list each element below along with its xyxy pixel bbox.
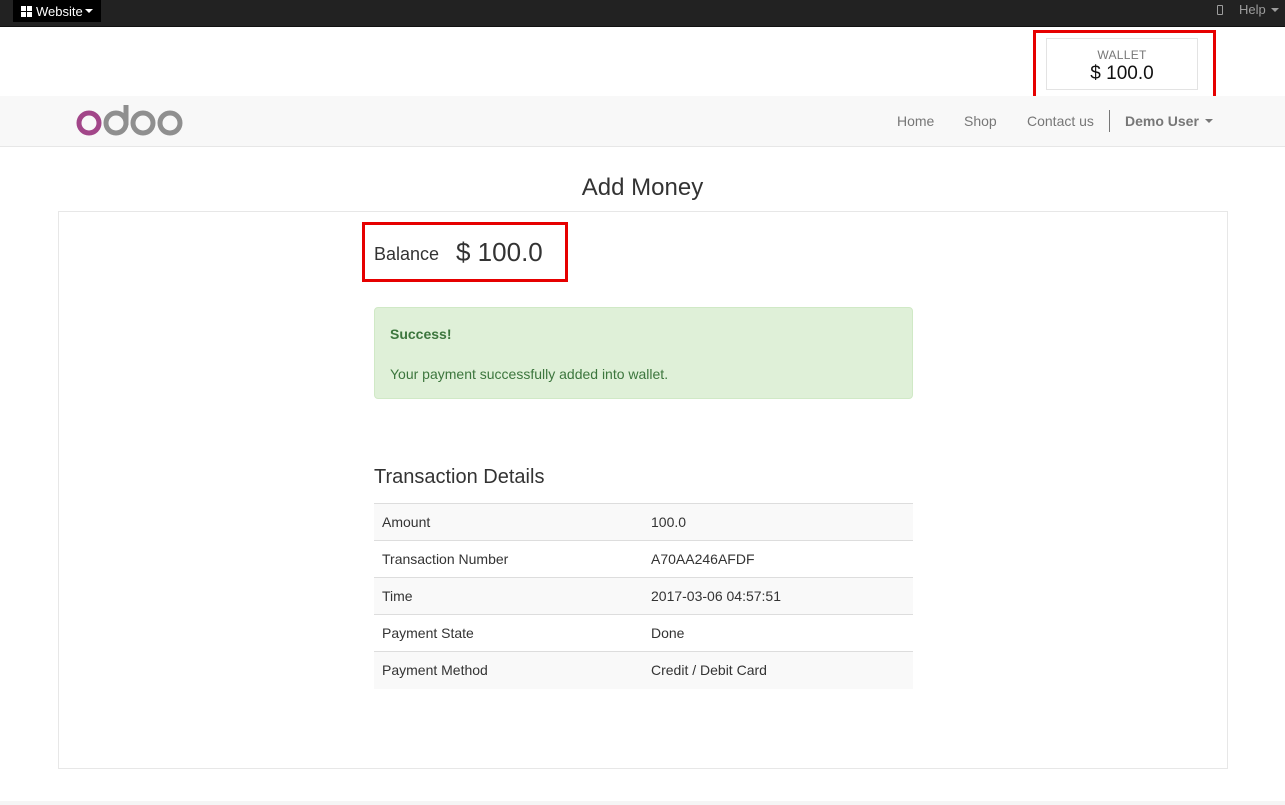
wallet-label: WALLET	[1097, 48, 1147, 62]
row-value: 100.0	[643, 503, 913, 541]
transaction-details-heading: Transaction Details	[374, 466, 545, 488]
table-row: Payment State Done	[374, 614, 913, 652]
alert-message: Your payment successfully added into wal…	[390, 366, 669, 382]
footer-edge	[0, 801, 1285, 805]
table-row: Amount 100.0	[374, 503, 913, 541]
odoo-logo[interactable]	[76, 105, 184, 137]
row-key: Time	[374, 577, 643, 615]
caret-down-icon	[84, 9, 93, 13]
row-key: Transaction Number	[374, 540, 643, 578]
success-alert: Success! Your payment successfully added…	[374, 307, 913, 399]
nav-contact-us[interactable]: Contact us	[1027, 113, 1094, 129]
page-title: Add Money	[581, 174, 704, 201]
balance-amount: $ 100.0	[456, 237, 543, 267]
website-menu-label: Website	[36, 3, 83, 19]
table-row: Payment Method Credit / Debit Card	[374, 651, 913, 689]
wallet-amount: $ 100.0	[1090, 63, 1154, 84]
alert-title: Success!	[390, 326, 452, 342]
nav-home[interactable]: Home	[897, 113, 934, 129]
table-row: Time 2017-03-06 04:57:51	[374, 577, 913, 615]
row-value: A70AA246AFDF	[643, 540, 913, 578]
mobile-preview-icon[interactable]	[1217, 5, 1223, 15]
user-name: Demo User	[1125, 113, 1199, 129]
row-value: Credit / Debit Card	[643, 651, 913, 689]
nav-shop[interactable]: Shop	[964, 113, 997, 129]
caret-down-icon	[1204, 119, 1213, 123]
nav-divider	[1109, 110, 1110, 132]
row-value: Done	[643, 614, 913, 652]
help-menu-label: Help	[1239, 2, 1266, 17]
transaction-table: Amount 100.0 Transaction Number A70AA246…	[374, 503, 913, 689]
grid-icon	[21, 5, 32, 17]
balance-label: Balance	[374, 244, 440, 264]
row-key: Payment State	[374, 614, 643, 652]
row-value: 2017-03-06 04:57:51	[643, 577, 913, 615]
table-row: Transaction Number A70AA246AFDF	[374, 540, 913, 578]
row-key: Payment Method	[374, 651, 643, 689]
user-menu-button[interactable]: Demo User	[1125, 113, 1213, 129]
wallet-widget[interactable]: WALLET $ 100.0	[1046, 38, 1198, 90]
row-key: Amount	[374, 503, 643, 541]
admin-bar: Website Help	[0, 0, 1285, 27]
website-menu-button[interactable]: Website	[13, 0, 101, 22]
caret-down-icon	[1270, 7, 1279, 12]
help-menu-button[interactable]: Help	[1239, 2, 1279, 17]
